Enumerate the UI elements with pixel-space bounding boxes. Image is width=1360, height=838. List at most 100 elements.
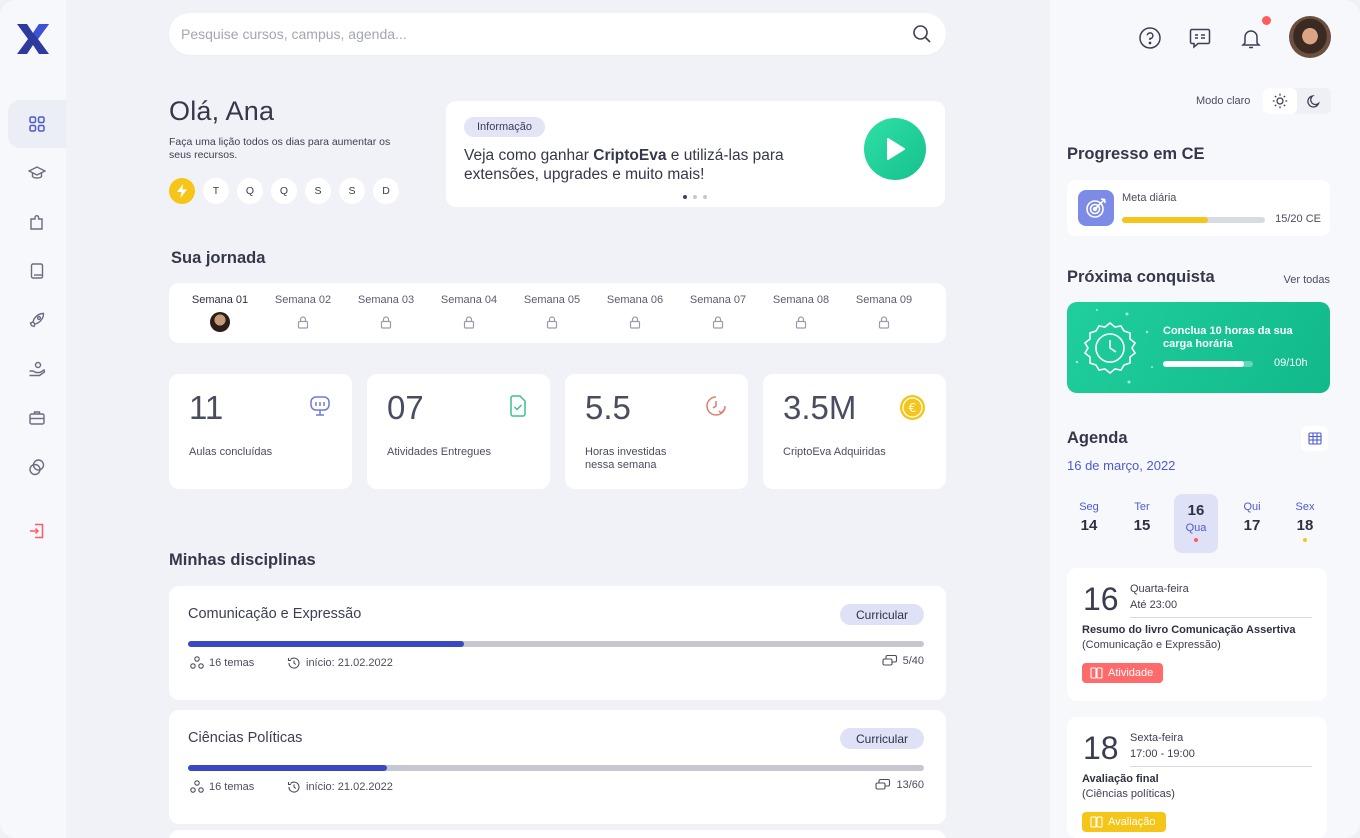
achievement-progress-bar <box>1163 361 1253 367</box>
sun-icon <box>1272 93 1288 109</box>
week-item-locked[interactable]: Semana 06 <box>600 294 670 332</box>
dark-mode-button[interactable] <box>1297 88 1331 114</box>
sidebar-item-community[interactable] <box>8 345 66 393</box>
bell-icon[interactable] <box>1239 26 1263 50</box>
event-time: 17:00 - 19:00 <box>1130 748 1195 760</box>
info-banner: Informação Veja como ganhar CriptoEva e … <box>446 101 945 207</box>
agenda-event[interactable]: 16 Quarta-feira Até 23:00 Resumo do livr… <box>1067 568 1327 701</box>
week-item-locked[interactable]: Semana 05 <box>517 294 587 332</box>
agenda-event[interactable]: 18 Sexta-feira 17:00 - 19:00 Avaliação f… <box>1067 717 1327 838</box>
event-tag-evaluation: Avaliação <box>1082 812 1166 832</box>
light-mode-button[interactable] <box>1263 88 1297 114</box>
achievement-card[interactable]: Conclua 10 horas da sua carga horária 09… <box>1067 302 1330 393</box>
sidebar-item-career[interactable] <box>8 394 66 442</box>
messages-icon[interactable] <box>1188 26 1212 50</box>
journey-title: Sua jornada <box>171 249 266 267</box>
goal-value: 15/20 CE <box>1275 213 1321 225</box>
agenda-title: Agenda <box>1067 429 1128 447</box>
week-item-locked[interactable]: Semana 09 <box>849 294 919 332</box>
calendar-button[interactable] <box>1301 426 1328 451</box>
stack-icon <box>875 778 891 790</box>
greeting-subtitle: Faça uma lição todos os dias para aument… <box>169 136 391 161</box>
week-item-locked[interactable]: Semana 08 <box>766 294 836 332</box>
user-avatar-small <box>210 312 230 332</box>
info-text: Veja como ganhar CriptoEva e utilizá-las… <box>464 147 784 183</box>
course-progress-bar <box>188 641 924 647</box>
stat-value: 5.5 <box>585 389 631 426</box>
event-day: 18 <box>1083 730 1119 766</box>
journey-track: Semana 01 Semana 02 Semana 03 Semana 04 … <box>169 283 946 343</box>
courses-title: Minhas disciplinas <box>169 551 316 569</box>
course-count: 5/40 <box>882 654 924 667</box>
play-button[interactable] <box>864 118 926 180</box>
play-icon <box>887 138 905 160</box>
week-item-locked[interactable]: Semana 04 <box>434 294 504 332</box>
network-icon <box>190 656 204 669</box>
week-item-locked[interactable]: Semana 07 <box>683 294 753 332</box>
course-start: início: 21.02.2022 <box>287 656 393 670</box>
divider <box>1130 766 1312 767</box>
sidebar-item-logout[interactable] <box>8 507 66 555</box>
course-tag: Curricular <box>839 728 924 749</box>
user-avatar[interactable] <box>1289 16 1331 58</box>
carousel-dot[interactable] <box>693 195 697 199</box>
event-title: Avaliação final <box>1082 773 1159 785</box>
stat-value: 11 <box>189 389 224 426</box>
search-icon[interactable] <box>912 24 932 44</box>
achievement-progress-fill <box>1163 361 1244 367</box>
network-icon <box>190 780 204 793</box>
sidebar-item-courses[interactable] <box>8 149 66 197</box>
streak-day: T <box>203 178 229 204</box>
book-icon <box>30 263 44 279</box>
stat-card-activities: 07 Atividades Entregues <box>367 374 550 489</box>
course-card[interactable]: Comunicação e Expressão Curricular 16 te… <box>169 586 946 700</box>
calendar-day[interactable]: Seg 14 <box>1067 494 1111 553</box>
stat-value: 3.5M <box>783 389 857 426</box>
sidebar-item-library[interactable] <box>8 247 66 295</box>
calendar-day[interactable]: Ter 15 <box>1120 494 1164 553</box>
carousel-dot[interactable] <box>703 195 707 199</box>
rocket-icon <box>29 312 45 328</box>
search-input[interactable] <box>181 26 912 42</box>
course-tag: Curricular <box>839 604 924 625</box>
carousel-dot[interactable] <box>683 195 687 199</box>
svg-text:€: € <box>909 401 917 415</box>
sidebar-item-rocket[interactable] <box>8 296 66 344</box>
calendar-day-selected[interactable]: 16 Qua <box>1174 494 1218 553</box>
course-topics: 16 temas <box>190 780 254 793</box>
theme-toggle <box>1263 88 1331 114</box>
goal-progress-bar <box>1122 217 1265 223</box>
week-item-locked[interactable]: Semana 02 <box>268 294 338 332</box>
notification-badge <box>1262 16 1271 25</box>
right-panel: Modo claro Progresso em CE Meta diária 1… <box>1050 0 1360 838</box>
see-all-link[interactable]: Ver todas <box>1284 274 1330 286</box>
divider <box>1130 617 1312 618</box>
calendar-day[interactable]: Qui 17 <box>1230 494 1274 553</box>
week-item-locked[interactable]: Semana 03 <box>351 294 421 332</box>
euro-coin-icon: € <box>900 395 925 420</box>
lock-icon <box>297 315 309 329</box>
stack-icon <box>882 654 897 666</box>
week-item[interactable]: Semana 01 <box>185 294 255 332</box>
calendar-day[interactable]: Sex 18 <box>1283 494 1327 553</box>
event-weekday: Sexta-feira <box>1130 732 1184 744</box>
sidebar-item-dashboard[interactable] <box>8 100 66 148</box>
streak-day: S <box>339 178 365 204</box>
event-weekday: Quarta-feira <box>1130 583 1189 595</box>
course-card[interactable]: Ciências Políticas Curricular 16 temas i… <box>169 710 946 824</box>
carousel-dots <box>683 195 707 199</box>
event-subject: (Ciências políticas) <box>1082 788 1175 800</box>
stat-label: Atividades Entregues <box>387 446 491 458</box>
stat-label: Horas investidas nessa semana <box>585 446 667 471</box>
event-tag-activity: Atividade <box>1082 663 1164 683</box>
logo-icon[interactable] <box>15 22 51 56</box>
search-bar <box>169 13 946 55</box>
event-dot <box>1303 538 1307 542</box>
course-card[interactable] <box>169 830 946 838</box>
graduation-cap-icon <box>28 166 46 179</box>
sidebar-item-finance[interactable] <box>8 443 66 491</box>
sidebar-item-extensions[interactable] <box>8 198 66 246</box>
logout-icon <box>30 523 44 539</box>
moon-icon <box>1307 94 1321 108</box>
help-icon[interactable] <box>1138 26 1162 50</box>
